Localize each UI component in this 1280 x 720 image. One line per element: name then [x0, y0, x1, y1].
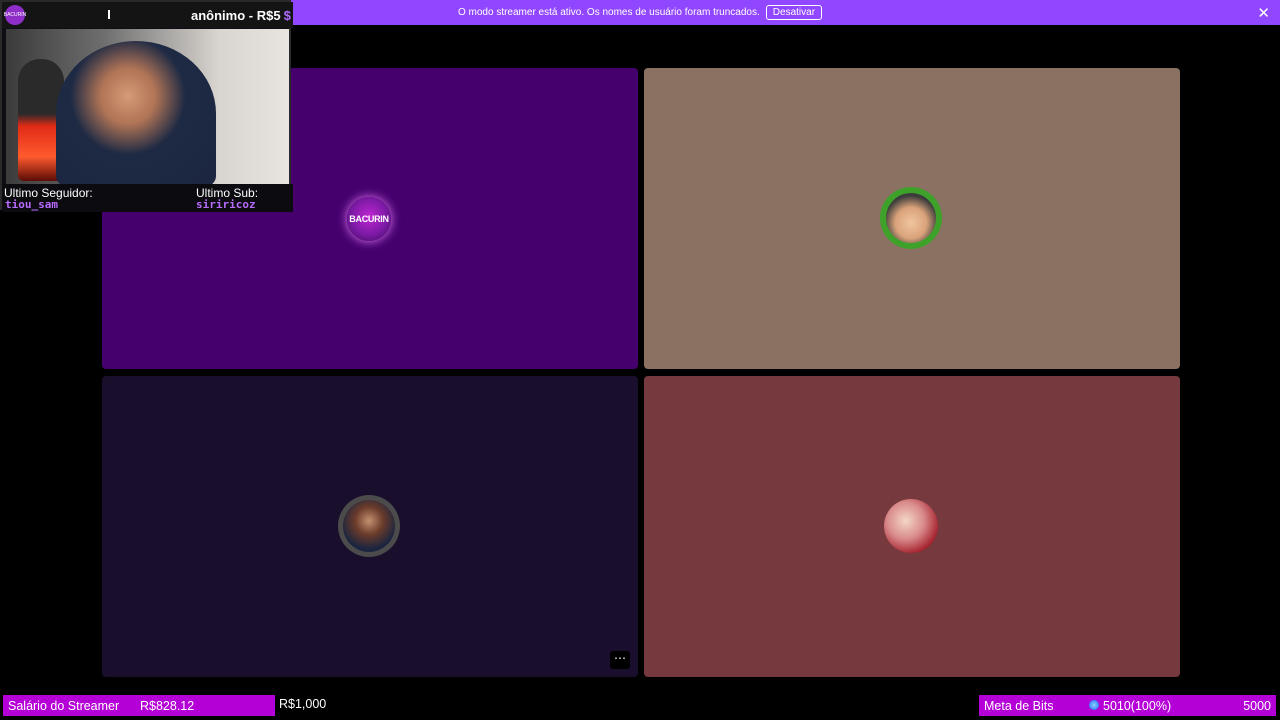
- donation-text: anônimo - R$5: [191, 8, 281, 23]
- overlay-footer: Ultimo Seguidor: tiou_sam Ultimo Sub: si…: [2, 184, 293, 212]
- participant-tile-4[interactable]: [644, 376, 1180, 677]
- streamer-figure: [56, 41, 216, 184]
- salary-value: R$828.12: [140, 698, 195, 713]
- salary-goal-bar: Salário do Streamer R$828.12: [3, 695, 275, 716]
- streamer-mode-message: O modo streamer está ativo. Os nomes de …: [457, 7, 760, 18]
- overlay-header: BACURIN anônimo - R$5 $: [2, 2, 293, 28]
- participant-tile-2[interactable]: [644, 68, 1180, 369]
- bits-gem-icon: [1089, 700, 1099, 710]
- text-cursor: [108, 10, 110, 19]
- last-sub-value: siriricoz: [196, 198, 256, 211]
- more-options-button[interactable]: ⋯: [610, 651, 630, 669]
- bits-goal-bar: Meta de Bits 5010(100%) 5000: [979, 695, 1276, 716]
- close-icon[interactable]: ✕: [1257, 4, 1270, 22]
- webcam-overlay: BACURIN anônimo - R$5 $ Ultimo Seguidor: …: [0, 0, 293, 212]
- bacurin-logo-text: BACURIN: [349, 214, 389, 224]
- salary-label: Salário do Streamer: [8, 698, 120, 713]
- last-follower-value: tiou_sam: [5, 198, 58, 211]
- bits-value: 5010(100%): [1103, 698, 1172, 713]
- avatar-icon: [884, 499, 938, 553]
- webcam-video: [6, 29, 289, 184]
- last-donation: anônimo - R$5 $: [191, 8, 291, 23]
- participant-tile-3[interactable]: ⋯: [102, 376, 638, 677]
- bacurin-logo-icon: BACURIN: [3, 5, 27, 25]
- bits-goal-value: 5000: [1243, 698, 1271, 713]
- bits-label: Meta de Bits: [984, 698, 1054, 713]
- salary-goal-value: R$1,000: [279, 697, 327, 711]
- overlay-logo-text: BACURIN: [3, 12, 27, 18]
- dollar-icon: $: [283, 8, 291, 23]
- bacurin-logo-icon: BACURIN: [347, 197, 391, 241]
- disable-streamer-mode-button[interactable]: Desativar: [765, 5, 823, 20]
- avatar-icon: [880, 187, 942, 249]
- avatar-icon: [338, 495, 400, 557]
